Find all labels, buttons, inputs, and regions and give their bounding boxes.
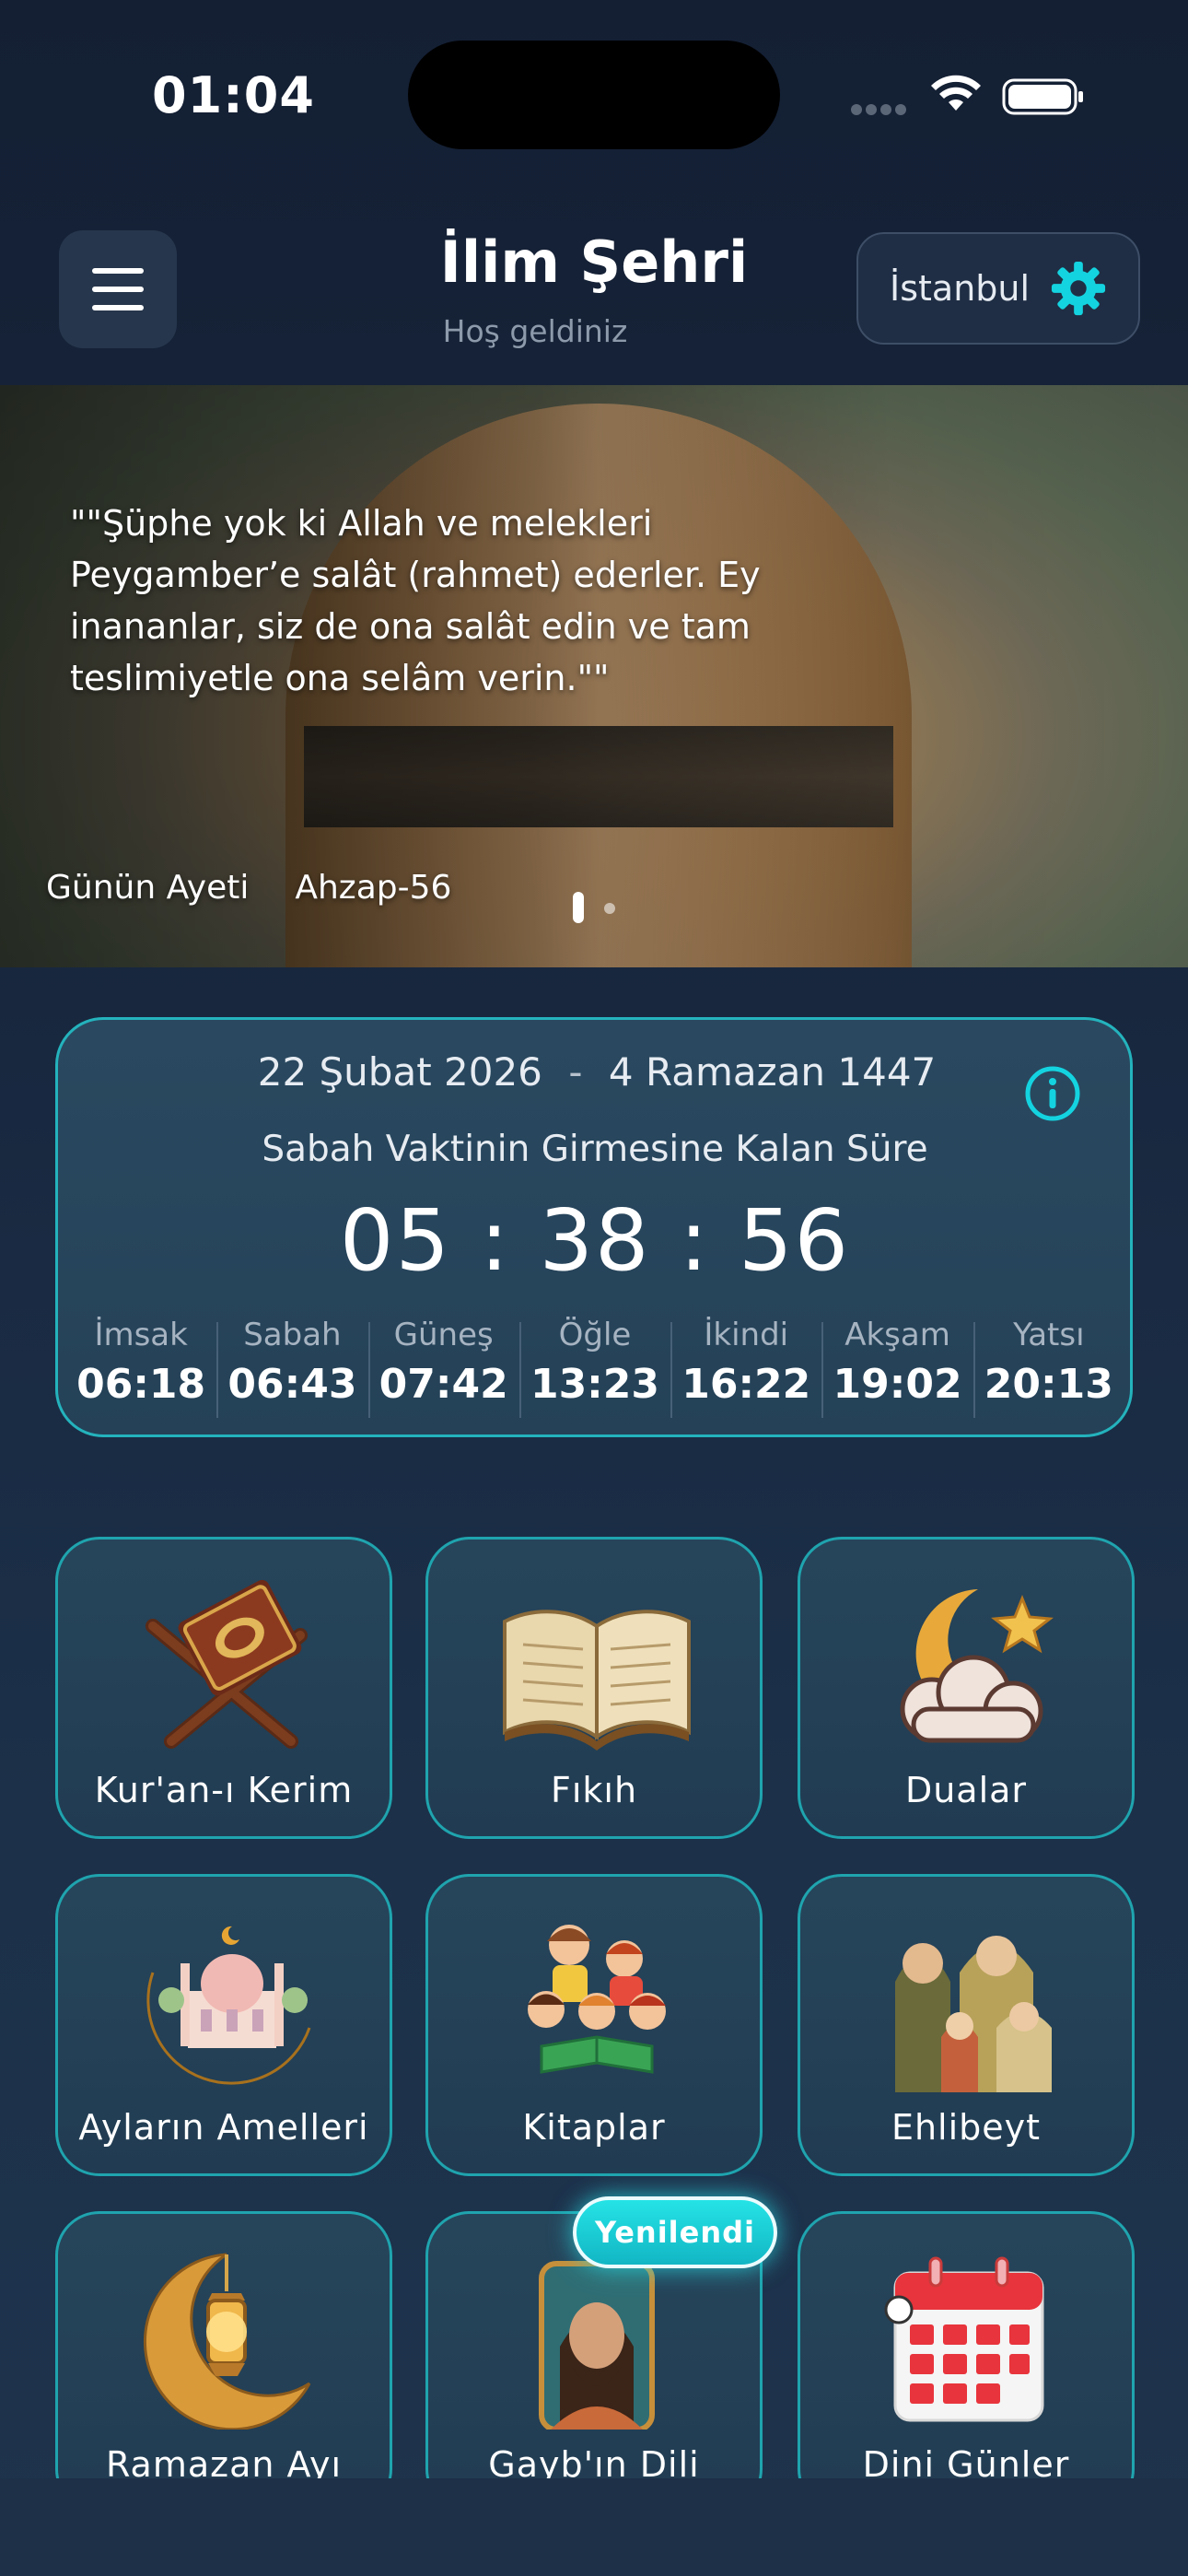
prayer-time: 07:42 (379, 1361, 508, 1408)
city-selector-button[interactable]: İstanbul (856, 232, 1140, 345)
prayer-times-card: 22 Şubat 2026-4 Ramazan 1447 Sabah Vakti… (55, 1017, 1133, 1437)
tile-ehlibeyt[interactable]: Ehlibeyt (798, 1874, 1135, 2176)
prayer-time-ikindi: İkindi 16:22 (670, 1313, 821, 1422)
cellular-signal-icon (851, 101, 910, 116)
calendar-icon (884, 2256, 1044, 2422)
tile-label: Ehlibeyt (891, 2107, 1042, 2148)
verse-quote: ""Şüphe yok ki Allah ve melekleri Peygam… (70, 503, 761, 698)
prayer-time: 19:02 (833, 1361, 962, 1408)
prayer-name: Sabah (243, 1317, 342, 1353)
family-icon (895, 1936, 1052, 2092)
prayer-time: 06:43 (227, 1361, 357, 1408)
children-reading-icon (528, 1925, 666, 2074)
prayer-name: Öğle (558, 1317, 632, 1353)
gear-icon (1051, 261, 1106, 316)
date-separator: - (568, 1049, 583, 1095)
tile-fikih[interactable]: Fıkıh (425, 1537, 763, 1839)
home-screen: 01:04 İlim Şehri Hoş geldiniz İstanbul "… (0, 0, 1188, 2576)
prayer-time: 16:22 (681, 1361, 811, 1408)
tile-kuran-i-kerim[interactable]: Kur'an-ı Kerim (55, 1537, 392, 1839)
open-book-icon (503, 1610, 691, 1751)
prayer-time-gunes: Güneş 07:42 (367, 1313, 519, 1422)
tile-ramazan-ayi[interactable]: Ramazan Ayı (55, 2211, 392, 2513)
prayer-time-yatsi: Yatsı 20:13 (973, 1313, 1124, 1422)
tile-dualar[interactable]: Dualar (798, 1537, 1135, 1839)
verse-footer: Günün Ayeti Ahzap-56 (46, 869, 451, 907)
prayer-time-sabah: Sabah 06:43 (216, 1313, 367, 1422)
wifi-icon (931, 75, 981, 111)
prayer-time: 13:23 (530, 1361, 660, 1408)
tile-aylarin-amelleri[interactable]: Ayların Amelleri (55, 1874, 392, 2176)
prayer-time-imsak: İmsak 06:18 (65, 1313, 216, 1422)
page-dot[interactable] (604, 903, 615, 914)
prayer-times-row: İmsak 06:18 Sabah 06:43 Güneş 07:42 Öğle… (65, 1313, 1124, 1422)
verse-reference: Ahzap-56 (295, 869, 452, 907)
mosque-crescent-icon (146, 1926, 311, 2085)
date-line: 22 Şubat 2026-4 Ramazan 1447 (58, 1049, 1136, 1095)
portrait-icon (539, 2261, 655, 2430)
countdown-label: Sabah Vaktinin Girmesine Kalan Süre (262, 1129, 928, 1170)
verse-label: Günün Ayeti (46, 869, 250, 907)
crescent-cloud-icon (900, 1589, 1054, 1743)
page-dot-active[interactable] (573, 892, 584, 923)
info-icon[interactable] (1023, 1064, 1082, 1123)
tile-label: Kur'an-ı Kerim (94, 1770, 354, 1810)
crescent-lantern-icon (143, 2253, 311, 2430)
prayer-name: Güneş (393, 1317, 494, 1353)
verse-of-the-day-banner[interactable]: ""Şüphe yok ki Allah ve melekleri Peygam… (0, 385, 1188, 967)
prayer-name: Yatsı (1013, 1317, 1085, 1353)
tile-label: Fıkıh (550, 1770, 638, 1810)
gregorian-date: 22 Şubat 2026 (257, 1049, 542, 1095)
prayer-name: İmsak (94, 1317, 188, 1353)
status-bar: 01:04 (0, 0, 1188, 193)
hijri-date: 4 Ramazan 1447 (608, 1049, 937, 1095)
countdown-timer: 05 : 38 : 56 (339, 1191, 851, 1290)
prayer-time: 20:13 (984, 1361, 1113, 1408)
prayer-time: 06:18 (76, 1361, 206, 1408)
updated-badge: Yenilendi (573, 2196, 777, 2268)
tile-label: Dualar (904, 1770, 1028, 1810)
tile-dini-gunler[interactable]: Dini Günler (798, 2211, 1135, 2513)
tile-label: Ayların Amelleri (78, 2107, 369, 2148)
prayer-time-ogle: Öğle 13:23 (518, 1313, 670, 1422)
tile-label: Kitaplar (522, 2107, 666, 2148)
prayer-time-aksam: Akşam 19:02 (821, 1313, 973, 1422)
hamburger-icon-bar (92, 305, 144, 310)
bottom-bar-area (0, 2478, 1188, 2576)
status-time: 01:04 (152, 66, 315, 124)
city-label: İstanbul (890, 268, 1031, 309)
prayer-name: İkindi (704, 1317, 789, 1353)
battery-icon (1002, 78, 1083, 115)
quran-stand-icon (146, 1579, 308, 1749)
prayer-name: Akşam (844, 1317, 950, 1353)
tile-kitaplar[interactable]: Kitaplar (425, 1874, 763, 2176)
dynamic-island (408, 41, 780, 149)
